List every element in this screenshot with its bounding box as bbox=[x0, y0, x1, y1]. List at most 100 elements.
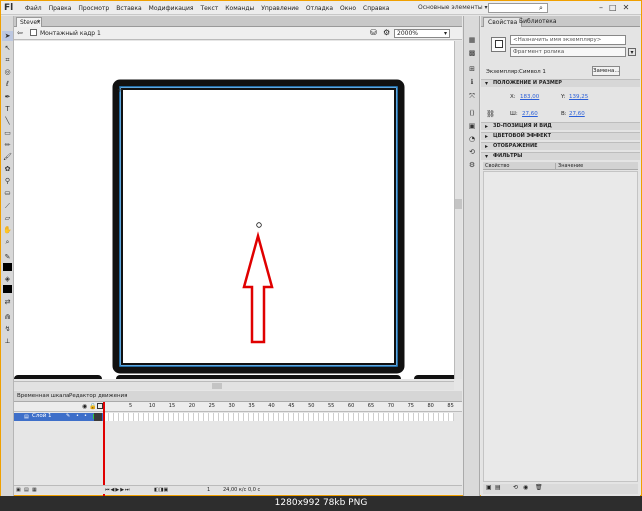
presets-icon[interactable]: ▤ bbox=[495, 484, 501, 491]
delete-filter-icon[interactable]: 🗑 bbox=[535, 484, 543, 491]
tab-timeline[interactable]: Временная шкала bbox=[17, 393, 69, 399]
y-value[interactable]: 139,25 bbox=[569, 94, 588, 100]
line-tool-icon[interactable]: ╲ bbox=[2, 116, 13, 126]
toggle-filter-icon[interactable]: ◉ bbox=[523, 484, 528, 491]
frame-rate[interactable]: 24,00 к/с bbox=[223, 487, 246, 493]
section-position-size[interactable]: ПОЛОЖЕНИЕ И РАЗМЕР bbox=[481, 79, 640, 87]
rectangle-tool-icon[interactable]: ▭ bbox=[2, 128, 13, 138]
show-hide-icon[interactable]: ◉ bbox=[82, 403, 87, 410]
menu-control[interactable]: Управление bbox=[261, 5, 299, 12]
selection-tool-icon[interactable]: ➤ bbox=[2, 31, 13, 41]
tab-library[interactable]: Библиотека bbox=[515, 17, 561, 27]
zoom-tool-icon[interactable]: ⌕ bbox=[2, 237, 13, 247]
snap-magnet-icon[interactable]: ⋒ bbox=[2, 312, 13, 322]
chevron-down-icon[interactable]: ▾ bbox=[628, 48, 636, 56]
stage-canvas[interactable]: + bbox=[14, 41, 459, 383]
menu-edit[interactable]: Правка bbox=[49, 5, 72, 12]
section-display[interactable]: ОТОБРАЖЕНИЕ bbox=[481, 142, 640, 150]
lasso-icon[interactable]: ℓ bbox=[2, 79, 13, 89]
swap-colors-icon[interactable]: ⇄ bbox=[2, 297, 13, 307]
layer-visible-dot[interactable]: • bbox=[76, 413, 79, 419]
minimize-icon[interactable]: – bbox=[599, 3, 603, 12]
horizontal-scroll-thumb[interactable] bbox=[212, 383, 222, 389]
project-icon[interactable]: ⚙ bbox=[467, 161, 477, 170]
components-icon[interactable]: ▣ bbox=[467, 122, 477, 131]
lock-icon[interactable]: 🔒 bbox=[89, 403, 96, 410]
layer-name[interactable]: Слой 1 bbox=[32, 413, 52, 419]
eraser-icon[interactable]: ▱ bbox=[2, 213, 13, 223]
zoom-select[interactable]: 2000% ▾ bbox=[394, 29, 450, 38]
menu-view[interactable]: Просмотр bbox=[78, 5, 109, 12]
swap-button[interactable]: Замена... bbox=[592, 66, 620, 76]
align-icon[interactable]: ⊞ bbox=[467, 65, 477, 74]
h-value[interactable]: 27,60 bbox=[569, 111, 585, 117]
layer-row[interactable]: ▤ Слой 1 ✎ • • bbox=[14, 413, 104, 421]
help-search-input[interactable]: ⌕ bbox=[488, 3, 548, 13]
horizontal-scrollbar[interactable] bbox=[14, 381, 454, 390]
document-tab-steve[interactable]: Steve* × bbox=[16, 17, 42, 27]
scene-breadcrumb[interactable]: Монтажный кадр 1 bbox=[40, 30, 101, 37]
menu-help[interactable]: Справка bbox=[363, 5, 389, 12]
vertical-scrollbar[interactable] bbox=[454, 41, 462, 379]
stroke-color-icon[interactable]: ✎ bbox=[2, 252, 13, 262]
section-filters[interactable]: ФИЛЬТРЫ bbox=[481, 152, 640, 160]
text-tool-icon[interactable]: T bbox=[2, 104, 13, 114]
menu-debug[interactable]: Отладка bbox=[306, 5, 333, 12]
layer-lock-dot[interactable]: • bbox=[84, 413, 87, 419]
new-folder-icon[interactable]: ▤ bbox=[24, 487, 29, 493]
close-tab-icon[interactable]: × bbox=[36, 18, 41, 27]
x-value[interactable]: 183,00 bbox=[520, 94, 539, 100]
playback-controls-icon[interactable]: ⏮◀▶▶⏭ bbox=[105, 487, 131, 493]
add-filter-icon[interactable]: ▣ bbox=[486, 484, 492, 491]
new-layer-icon[interactable]: ▣ bbox=[16, 487, 21, 493]
menu-text[interactable]: Текст bbox=[200, 5, 218, 12]
straighten-icon[interactable]: ⟂ bbox=[2, 336, 13, 346]
section-3d-position[interactable]: 3D-ПОЗИЦИЯ И ВИД bbox=[481, 122, 640, 130]
eyedropper-icon[interactable]: ⟋ bbox=[2, 201, 13, 211]
delete-layer-icon[interactable]: ▦ bbox=[32, 487, 37, 493]
smooth-icon[interactable]: ↯ bbox=[2, 324, 13, 334]
vertical-scroll-thumb[interactable] bbox=[455, 199, 462, 209]
w-value[interactable]: 27,60 bbox=[522, 111, 538, 117]
keyframe-1[interactable] bbox=[94, 413, 102, 421]
deco-tool-icon[interactable]: ✿ bbox=[2, 164, 13, 174]
stroke-color-swatch[interactable] bbox=[3, 263, 12, 271]
maximize-icon[interactable]: □ bbox=[609, 3, 617, 12]
pencil-icon[interactable]: ✏ bbox=[2, 140, 13, 150]
instance-name-input[interactable]: <Назначить имя экземпляру> bbox=[510, 35, 626, 45]
hand-tool-icon[interactable]: ✋ bbox=[2, 225, 13, 235]
onion-skin-icon[interactable]: ◧◨▣ bbox=[154, 487, 168, 493]
menu-file[interactable]: Файл bbox=[25, 5, 42, 12]
fill-color-swatch[interactable] bbox=[3, 285, 12, 293]
pen-tool-icon[interactable]: ✒ bbox=[2, 92, 13, 102]
3d-rotation-icon[interactable]: ◎ bbox=[2, 67, 13, 77]
menu-modify[interactable]: Модификация bbox=[149, 5, 194, 12]
subselection-tool-icon[interactable]: ↖ bbox=[2, 43, 13, 53]
close-icon[interactable]: ✕ bbox=[623, 3, 630, 12]
tab-motion-editor[interactable]: Редактор движения bbox=[69, 393, 127, 399]
menu-commands[interactable]: Команды bbox=[225, 5, 254, 12]
paint-bucket-icon[interactable]: ⛀ bbox=[2, 188, 13, 198]
symbol-type-select[interactable]: Фрагмент ролика bbox=[510, 47, 626, 57]
edit-scene-icon[interactable]: ⛁ bbox=[370, 28, 377, 37]
swatches-icon[interactable]: ▩ bbox=[467, 49, 477, 58]
menu-window[interactable]: Окно bbox=[340, 5, 356, 12]
link-dimensions-icon[interactable]: ⛓ bbox=[486, 110, 495, 118]
reset-filter-icon[interactable]: ⟲ bbox=[513, 484, 518, 491]
motion-presets-icon[interactable]: ◔ bbox=[467, 135, 477, 144]
playhead[interactable] bbox=[103, 402, 105, 496]
color-panel-icon[interactable]: ▦ bbox=[467, 36, 477, 45]
bone-tool-icon[interactable]: ⚲ bbox=[2, 176, 13, 186]
info-icon[interactable]: ℹ bbox=[467, 78, 477, 87]
section-color-effect[interactable]: ЦВЕТОВОЙ ЭФФЕКТ bbox=[481, 132, 640, 140]
layer-frames[interactable] bbox=[104, 413, 454, 421]
history-icon[interactable]: ⟲ bbox=[467, 148, 477, 157]
transform-point-icon[interactable] bbox=[256, 222, 262, 228]
transform-icon[interactable]: ⤧ bbox=[467, 92, 477, 101]
menu-insert[interactable]: Вставка bbox=[116, 5, 141, 12]
code-snippets-icon[interactable]: ⟨⟩ bbox=[467, 109, 477, 118]
free-transform-icon[interactable]: ⌗ bbox=[2, 55, 13, 65]
edit-symbols-icon[interactable]: ⚙ bbox=[383, 28, 390, 37]
fill-color-icon[interactable]: ◈ bbox=[2, 274, 13, 284]
back-arrow-icon[interactable]: ⇦ bbox=[17, 29, 23, 37]
